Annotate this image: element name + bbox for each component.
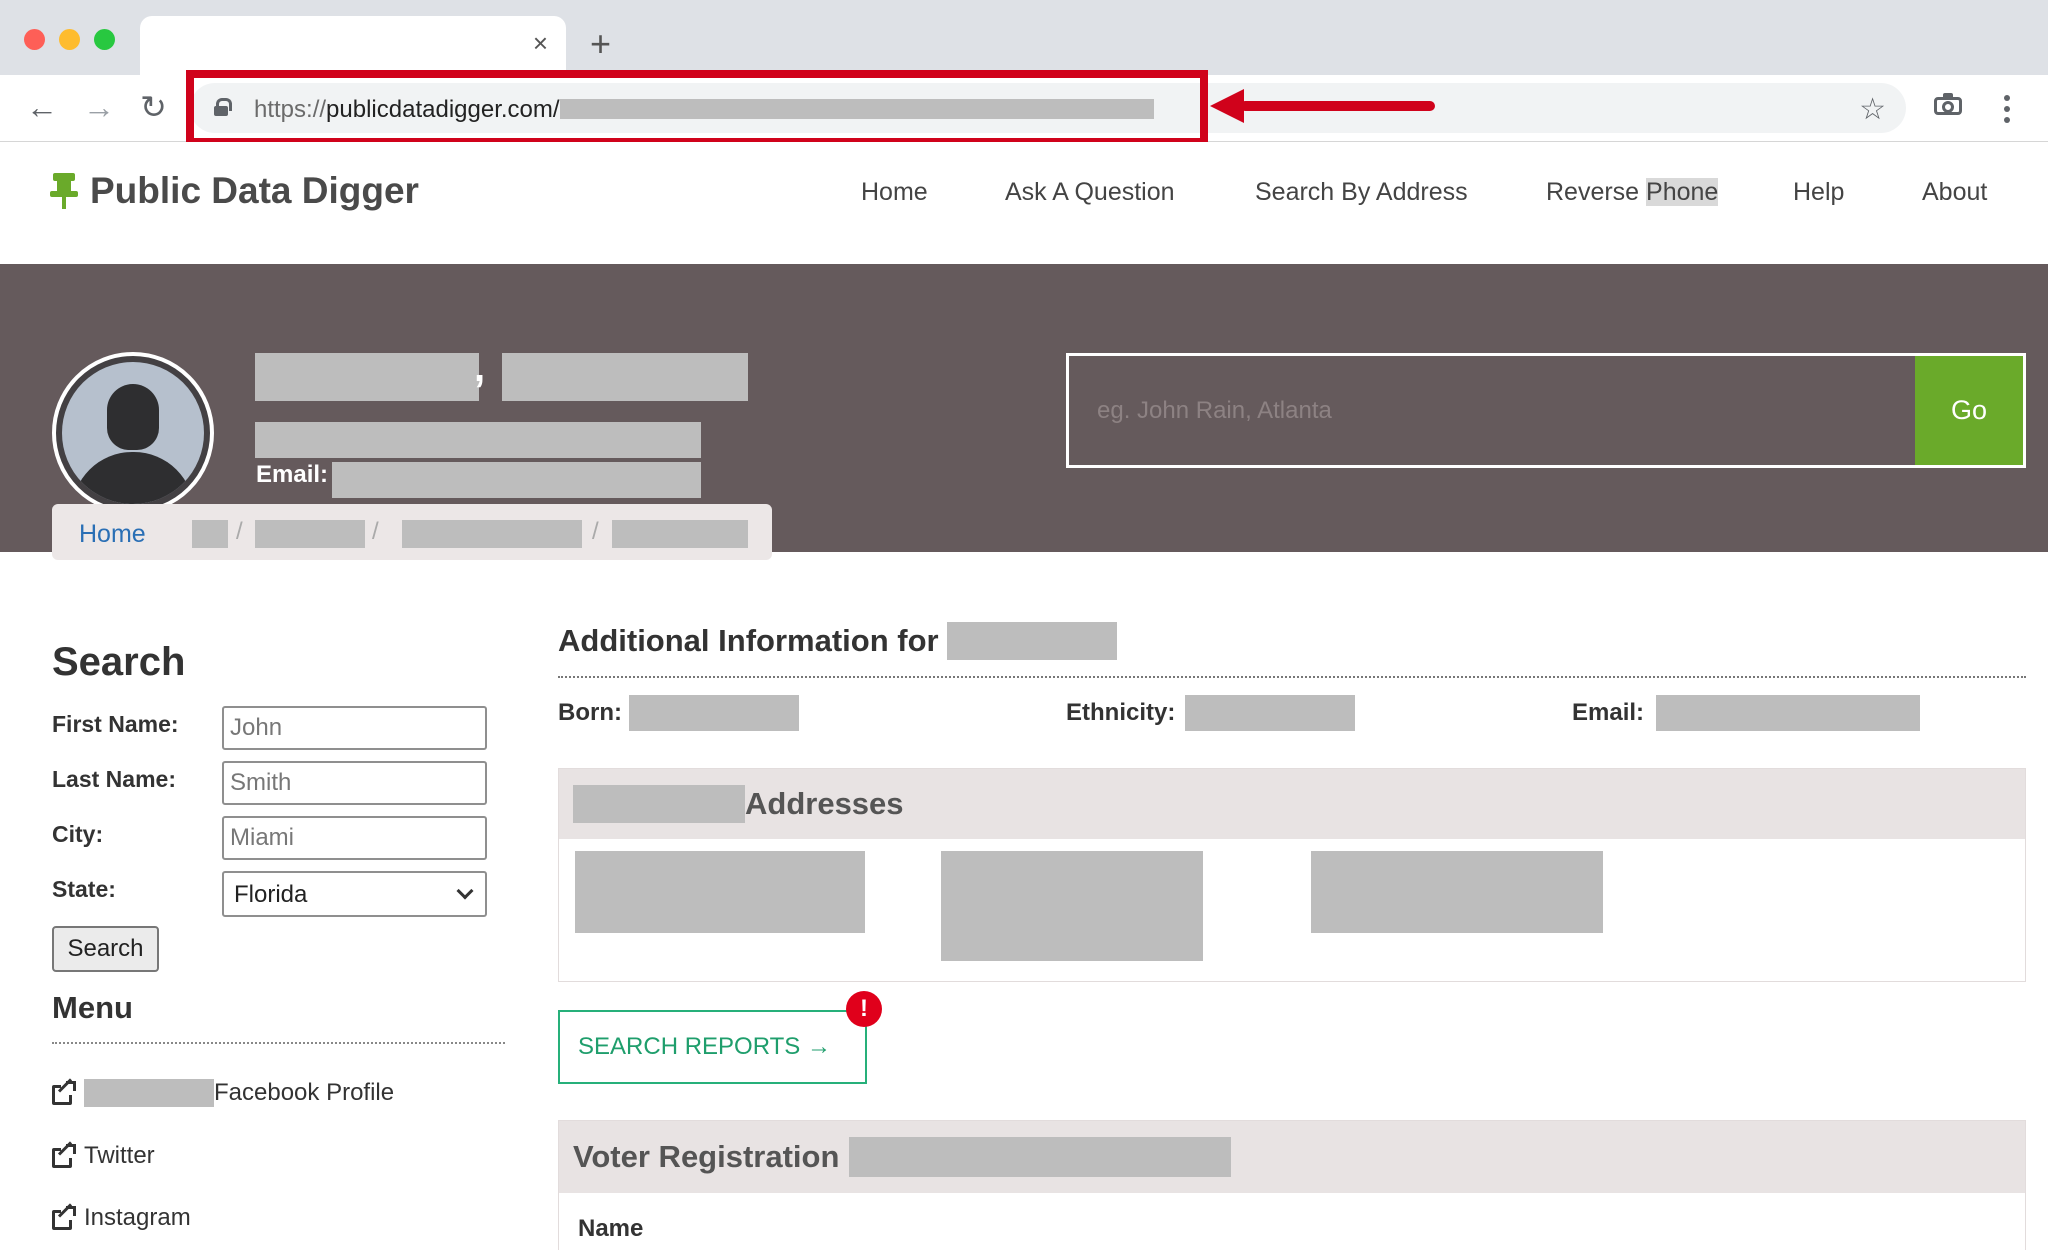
nav-reverse-text: Reverse xyxy=(1546,178,1647,206)
redacted-breadcrumb-3[interactable] xyxy=(402,520,582,548)
search-heading: Search xyxy=(52,640,186,684)
nav-reverse-phone[interactable]: Reverse Phone xyxy=(1546,178,1719,207)
redacted-subtitle xyxy=(255,422,701,458)
nav-search-by-address[interactable]: Search By Address xyxy=(1255,178,1468,207)
redacted-person-name xyxy=(946,622,1117,660)
last-name-input[interactable] xyxy=(222,761,487,805)
alert-badge-icon: ! xyxy=(846,991,882,1027)
redacted-facebook-name xyxy=(84,1079,214,1107)
annotation-arrow-shaft xyxy=(1240,101,1435,111)
menu-link-label: Facebook Profile xyxy=(214,1079,395,1106)
name-comma: , xyxy=(474,346,486,390)
people-search-input[interactable] xyxy=(1069,356,1919,465)
voter-name-label: Name xyxy=(578,1215,644,1242)
additional-info-heading: Additional Information for xyxy=(558,622,1117,660)
annotation-highlight-box xyxy=(186,70,1208,146)
avatar xyxy=(52,352,214,514)
tab-close-icon[interactable]: × xyxy=(533,30,548,56)
addresses-title-text: Addresses xyxy=(745,786,904,821)
menu-divider xyxy=(52,1042,505,1044)
breadcrumb-home-link[interactable]: Home xyxy=(79,520,146,549)
redacted-first-name xyxy=(502,353,748,401)
maximize-window-button[interactable] xyxy=(94,29,115,50)
nav-ask-a-question[interactable]: Ask A Question xyxy=(1005,178,1175,207)
first-name-label: First Name: xyxy=(52,711,179,737)
state-label: State: xyxy=(52,876,116,902)
redacted-breadcrumb-2[interactable] xyxy=(255,520,365,548)
breadcrumb-separator: / xyxy=(236,518,243,545)
site-logo[interactable]: Public Data Digger xyxy=(50,170,419,212)
addresses-panel: Addresses xyxy=(558,768,2026,982)
menu-link-instagram[interactable]: Instagram xyxy=(52,1203,191,1232)
state-select-value: Florida xyxy=(234,881,308,908)
voter-registration-panel: Voter Registration xyxy=(558,1120,2026,1250)
logo-text: Public Data Digger xyxy=(90,170,419,211)
menu-heading: Menu xyxy=(52,990,133,1025)
browser-tabstrip: × + xyxy=(0,0,2048,75)
bookmark-star-icon[interactable]: ☆ xyxy=(1859,92,1886,127)
redacted-ethnicity xyxy=(1185,695,1355,731)
camera-icon[interactable] xyxy=(1934,93,1962,115)
redacted-breadcrumb-1[interactable] xyxy=(192,520,228,548)
annotation-arrow-head xyxy=(1210,89,1244,123)
external-link-icon xyxy=(52,1141,77,1168)
redacted-born xyxy=(629,695,799,731)
redacted-address-3 xyxy=(1311,851,1603,933)
search-reports-button[interactable]: SEARCH REPORTS → xyxy=(558,1010,867,1084)
person-silhouette-icon xyxy=(62,362,204,504)
back-arrow-icon[interactable]: ← xyxy=(26,91,58,123)
redacted-breadcrumb-4[interactable] xyxy=(612,520,748,548)
born-label: Born: xyxy=(558,699,622,726)
breadcrumb-separator: / xyxy=(592,518,599,545)
city-input[interactable] xyxy=(222,816,487,860)
banner-email-label: Email: xyxy=(256,461,329,488)
ethnicity-label: Ethnicity: xyxy=(1066,699,1176,726)
info-divider xyxy=(558,676,2026,678)
state-select[interactable]: Florida xyxy=(222,871,487,917)
last-name-label: Last Name: xyxy=(52,766,176,792)
breadcrumb: Home / / / / xyxy=(52,504,772,560)
external-link-icon xyxy=(52,1078,77,1105)
chevron-down-icon xyxy=(456,882,474,900)
menu-link-label: Twitter xyxy=(84,1142,155,1169)
redacted-info-email xyxy=(1656,695,1920,731)
nav-phone-text: Phone xyxy=(1646,178,1719,206)
city-label: City: xyxy=(52,821,104,847)
redacted-address-count xyxy=(573,785,745,823)
menu-kebab-icon[interactable] xyxy=(2004,95,2010,128)
redacted-voter-status xyxy=(849,1137,1232,1177)
browser-tab-active[interactable]: × xyxy=(140,16,566,75)
new-tab-icon[interactable]: + xyxy=(590,26,611,62)
email-label: Email: xyxy=(1572,699,1645,726)
addresses-panel-header: Addresses xyxy=(559,769,2025,839)
external-link-icon xyxy=(52,1203,77,1230)
first-name-input[interactable] xyxy=(222,706,487,750)
site-header: Public Data Digger Home Ask A Question S… xyxy=(0,142,2048,264)
forward-arrow-icon[interactable]: → xyxy=(83,91,115,123)
pushpin-icon xyxy=(50,173,78,209)
reload-icon[interactable]: ↻ xyxy=(140,91,167,123)
additional-info-text: Additional Information for xyxy=(558,623,939,658)
redacted-address-1 xyxy=(575,851,865,933)
breadcrumb-separator: / xyxy=(372,518,379,545)
minimize-window-button[interactable] xyxy=(59,29,80,50)
go-button[interactable]: Go xyxy=(1915,356,2023,465)
close-window-button[interactable] xyxy=(24,29,45,50)
redacted-address-2 xyxy=(941,851,1203,961)
voter-panel-header: Voter Registration xyxy=(559,1121,2025,1193)
nav-home[interactable]: Home xyxy=(861,178,928,207)
menu-link-label: Instagram xyxy=(84,1204,191,1231)
addresses-title: Addresses xyxy=(573,785,904,823)
nav-about[interactable]: About xyxy=(1922,178,1987,207)
voter-title: Voter Registration xyxy=(573,1137,1232,1177)
redacted-email xyxy=(332,462,701,498)
nav-help[interactable]: Help xyxy=(1793,178,1844,207)
menu-link-facebook[interactable]: Facebook Profile xyxy=(52,1078,395,1107)
search-button[interactable]: Search xyxy=(52,926,159,972)
voter-title-text: Voter Registration xyxy=(573,1139,840,1174)
menu-link-twitter[interactable]: Twitter xyxy=(52,1141,155,1170)
people-search-box: Go xyxy=(1066,353,2026,468)
redacted-last-name xyxy=(255,353,479,401)
